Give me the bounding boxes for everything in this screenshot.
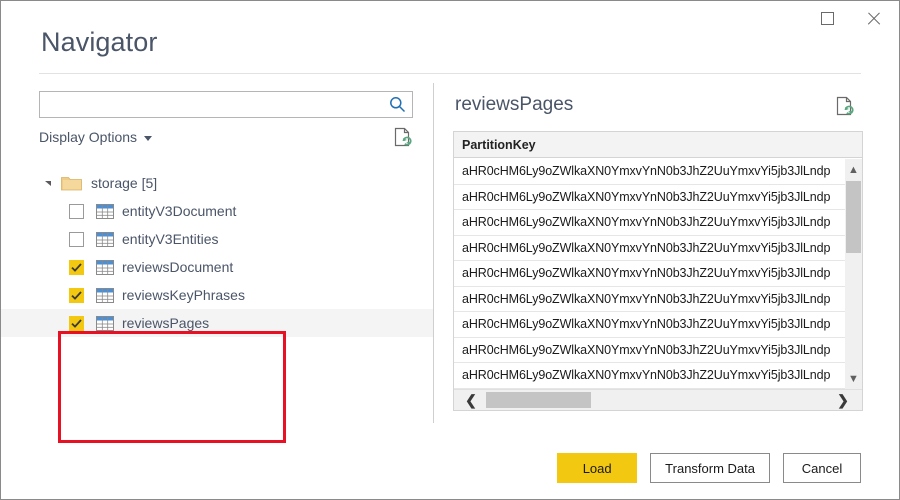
cell-partitionkey: aHR0cHM6Ly9oZWlkaXN0YmxvYnN0b3JhZ2UuYmxv… — [462, 291, 831, 306]
close-button[interactable] — [851, 1, 895, 35]
tree-item-reviewspages[interactable]: reviewsPages — [1, 309, 433, 337]
checkbox-reviewspages[interactable] — [69, 315, 84, 331]
cell-partitionkey: aHR0cHM6Ly9oZWlkaXN0YmxvYnN0b3JhZ2UuYmxv… — [462, 266, 831, 281]
display-options-label: Display Options — [39, 129, 138, 145]
pane-divider — [433, 83, 434, 423]
dialog-footer: Load Transform Data Cancel — [1, 437, 899, 499]
horizontal-scrollbar-thumb[interactable] — [486, 392, 591, 408]
load-button[interactable]: Load — [557, 453, 638, 483]
chevron-down-icon — [144, 135, 153, 141]
title-divider — [39, 73, 861, 74]
table-row[interactable]: aHR0cHM6Ly9oZWlkaXN0YmxvYnN0b3JhZ2UuYmxv… — [454, 159, 862, 185]
checkbox-entityv3document[interactable] — [69, 203, 84, 219]
table-row[interactable]: aHR0cHM6Ly9oZWlkaXN0YmxvYnN0b3JhZ2UuYmxv… — [454, 338, 862, 363]
search-box[interactable] — [39, 91, 413, 118]
cell-partitionkey: aHR0cHM6Ly9oZWlkaXN0YmxvYnN0b3JhZ2UuYmxv… — [462, 317, 831, 332]
navigator-left-pane: Display Options storage [5] entityV3Docu… — [1, 79, 433, 443]
search-input[interactable] — [46, 92, 386, 117]
scroll-left-arrow-icon[interactable]: ❮ — [460, 390, 482, 410]
transform-data-button[interactable]: Transform Data — [650, 453, 770, 483]
tree-root-label: storage [5] — [91, 175, 158, 191]
navigator-preview-pane: reviewsPages PartitionKey aHR0cHM6Ly9oZW… — [453, 79, 863, 429]
table-row[interactable]: aHR0cHM6Ly9oZWlkaXN0YmxvYnN0b3JhZ2UuYmxv… — [454, 363, 862, 389]
table-row[interactable]: aHR0cHM6Ly9oZWlkaXN0YmxvYnN0b3JhZ2UuYmxv… — [454, 236, 862, 261]
vertical-scrollbar-thumb[interactable] — [846, 181, 861, 253]
maximize-button[interactable] — [805, 1, 849, 35]
checkbox-reviewsdocument[interactable] — [69, 259, 84, 275]
navigator-dialog: Navigator Display Options storage [5] en… — [0, 0, 900, 500]
tree-item-label: reviewsKeyPhrases — [122, 287, 245, 303]
table-icon — [96, 315, 114, 331]
tree-item-label: entityV3Entities — [122, 231, 219, 247]
table-icon — [96, 203, 114, 219]
preview-title: reviewsPages — [455, 94, 574, 115]
preview-data-grid: PartitionKey aHR0cHM6Ly9oZWlkaXN0YmxvYnN… — [453, 131, 863, 411]
checkbox-entityv3entities[interactable] — [69, 231, 84, 247]
table-icon — [96, 287, 114, 303]
tree-item-label: reviewsDocument — [122, 259, 234, 275]
scroll-right-arrow-icon[interactable]: ❯ — [832, 390, 854, 410]
display-options-dropdown[interactable]: Display Options — [39, 129, 153, 145]
table-row[interactable]: aHR0cHM6Ly9oZWlkaXN0YmxvYnN0b3JhZ2UuYmxv… — [454, 185, 862, 210]
scroll-up-arrow-icon[interactable]: ▲ — [845, 161, 862, 178]
cancel-button[interactable]: Cancel — [783, 453, 861, 483]
search-icon[interactable] — [389, 96, 406, 113]
tree-root-row[interactable]: storage [5] — [1, 169, 433, 197]
cell-partitionkey: aHR0cHM6Ly9oZWlkaXN0YmxvYnN0b3JhZ2UuYmxv… — [462, 368, 831, 383]
table-row[interactable]: aHR0cHM6Ly9oZWlkaXN0YmxvYnN0b3JhZ2UuYmxv… — [454, 312, 862, 338]
maximize-icon — [820, 11, 834, 25]
refresh-page-icon[interactable] — [394, 127, 413, 148]
page-title: Navigator — [41, 27, 158, 57]
table-row[interactable]: aHR0cHM6Ly9oZWlkaXN0YmxvYnN0b3JhZ2UuYmxv… — [454, 287, 862, 312]
tree-item-label: entityV3Document — [122, 203, 237, 219]
table-row[interactable]: aHR0cHM6Ly9oZWlkaXN0YmxvYnN0b3JhZ2UuYmxv… — [454, 210, 862, 236]
expander-triangle-icon[interactable] — [45, 180, 51, 186]
cell-partitionkey: aHR0cHM6Ly9oZWlkaXN0YmxvYnN0b3JhZ2UuYmxv… — [462, 164, 831, 179]
cell-partitionkey: aHR0cHM6Ly9oZWlkaXN0YmxvYnN0b3JhZ2UuYmxv… — [462, 342, 831, 357]
scroll-down-arrow-icon[interactable]: ▼ — [845, 370, 862, 387]
annotation-highlight-rectangle — [58, 331, 286, 443]
column-header-partitionkey[interactable]: PartitionKey — [454, 138, 536, 152]
cell-partitionkey: aHR0cHM6Ly9oZWlkaXN0YmxvYnN0b3JhZ2UuYmxv… — [462, 215, 831, 230]
checkbox-reviewskeyphrases[interactable] — [69, 287, 84, 303]
cell-partitionkey: aHR0cHM6Ly9oZWlkaXN0YmxvYnN0b3JhZ2UuYmxv… — [462, 189, 831, 204]
cell-partitionkey: aHR0cHM6Ly9oZWlkaXN0YmxvYnN0b3JhZ2UuYmxv… — [462, 240, 831, 255]
folder-icon — [61, 175, 82, 191]
tree-item-label: reviewsPages — [122, 315, 210, 331]
grid-header-row: PartitionKey — [454, 132, 862, 158]
grid-body: aHR0cHM6Ly9oZWlkaXN0YmxvYnN0b3JhZ2UuYmxv… — [454, 159, 862, 389]
table-icon — [96, 231, 114, 247]
tree-item-entityv3entities[interactable]: entityV3Entities — [1, 225, 433, 253]
table-icon — [96, 259, 114, 275]
close-icon — [866, 11, 881, 26]
tree-item-reviewsdocument[interactable]: reviewsDocument — [1, 253, 433, 281]
table-row[interactable]: aHR0cHM6Ly9oZWlkaXN0YmxvYnN0b3JhZ2UuYmxv… — [454, 261, 862, 287]
refresh-page-icon[interactable] — [836, 96, 855, 117]
horizontal-scrollbar[interactable]: ❮ ❯ — [454, 389, 862, 410]
tree-item-entityv3document[interactable]: entityV3Document — [1, 197, 433, 225]
tree-item-reviewskeyphrases[interactable]: reviewsKeyPhrases — [1, 281, 433, 309]
vertical-scrollbar[interactable]: ▲ ▼ — [845, 159, 862, 389]
object-tree: storage [5] entityV3Document entityV3Ent… — [1, 169, 433, 337]
